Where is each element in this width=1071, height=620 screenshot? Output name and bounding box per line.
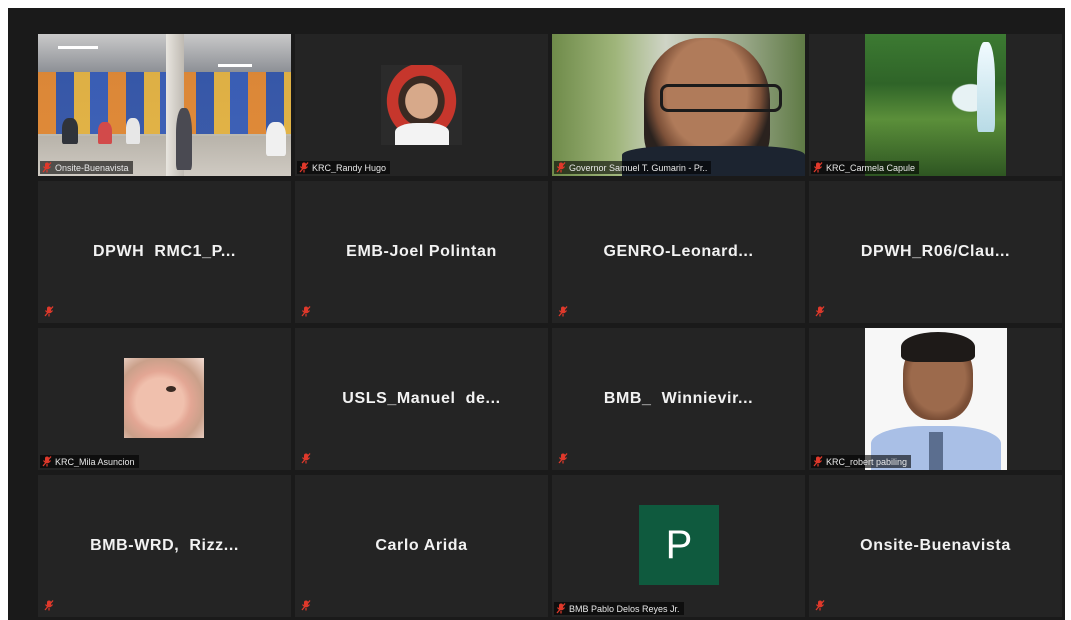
mic-muted-icon — [299, 162, 309, 173]
participant-tile[interactable]: Carlo Arida — [295, 475, 548, 617]
video-feed-waterfall — [865, 34, 1006, 176]
participant-tile[interactable]: KRC_robert pabiling — [809, 328, 1062, 470]
participant-display-name: DPWH RMC1_P... — [93, 243, 236, 260]
mic-muted-icon — [815, 306, 825, 317]
participant-name: Onsite-Buenavista — [55, 162, 129, 173]
video-feed-governor — [552, 34, 805, 176]
participant-name-tag: KRC_Carmela Capule — [811, 161, 920, 174]
mic-muted-icon — [815, 600, 825, 611]
participant-display-name: BMB_ Winnievir... — [603, 390, 754, 407]
mic-muted-icon — [813, 162, 823, 173]
mic-muted-icon — [813, 456, 823, 467]
participant-name-tag: KRC_Mila Asuncion — [40, 455, 139, 468]
mic-muted-icon — [301, 306, 311, 317]
participant-name: BMB Pablo Delos Reyes Jr. — [569, 603, 680, 614]
participant-name-tag: BMB Pablo Delos Reyes Jr. — [554, 602, 684, 615]
participant-display-name: BMB-WRD, Rizz... — [90, 537, 239, 554]
participant-name-tag: Onsite-Buenavista — [40, 161, 133, 174]
meeting-window: Onsite-Buenavista KRC_Randy Hugo Governor … — [8, 8, 1065, 620]
participant-tile[interactable]: Onsite-Buenavista — [809, 475, 1062, 617]
mic-muted-icon — [42, 456, 52, 467]
avatar: P — [639, 505, 719, 585]
participant-tile[interactable]: DPWH RMC1_P... — [38, 181, 291, 323]
participant-name: Governor Samuel T. Gumarin - Pr.. — [569, 162, 708, 173]
participant-tile[interactable]: KRC_Randy Hugo — [295, 34, 548, 176]
participant-name: KRC_Carmela Capule — [826, 162, 916, 173]
participant-tile[interactable]: KRC_Mila Asuncion — [38, 328, 291, 470]
mic-muted-icon — [44, 600, 54, 611]
participant-tile[interactable]: BMB_ Winnievir... — [552, 328, 805, 470]
participant-tile[interactable]: P BMB Pablo Delos Reyes Jr. — [552, 475, 805, 617]
mic-muted-icon — [556, 603, 566, 614]
participant-grid: Onsite-Buenavista KRC_Randy Hugo Governor … — [38, 34, 1062, 617]
participant-name-tag: Governor Samuel T. Gumarin - Pr.. — [554, 161, 712, 174]
participant-name: KRC_Mila Asuncion — [55, 456, 135, 467]
mic-muted-icon — [558, 453, 568, 464]
participant-display-name: EMB-Joel Polintan — [346, 243, 497, 260]
participant-name-tag: KRC_Randy Hugo — [297, 161, 391, 174]
participant-tile[interactable]: USLS_Manuel de... — [295, 328, 548, 470]
mic-muted-icon — [556, 162, 566, 173]
participant-name: KRC_robert pabiling — [826, 456, 908, 467]
participant-name: KRC_Randy Hugo — [312, 162, 387, 173]
participant-tile[interactable]: GENRO-Leonard... — [552, 181, 805, 323]
mic-muted-icon — [301, 453, 311, 464]
mic-muted-icon — [42, 162, 52, 173]
mic-muted-icon — [44, 306, 54, 317]
participant-display-name: DPWH_R06/Clau... — [860, 243, 1011, 260]
participant-display-name: Carlo Arida — [375, 537, 468, 554]
participant-tile[interactable]: BMB-WRD, Rizz... — [38, 475, 291, 617]
video-feed-mila — [124, 358, 204, 438]
participant-tile[interactable]: Onsite-Buenavista — [38, 34, 291, 176]
mic-muted-icon — [558, 306, 568, 317]
participant-tile[interactable]: EMB-Joel Polintan — [295, 181, 548, 323]
participant-tile[interactable]: DPWH_R06/Clau... — [809, 181, 1062, 323]
participant-tile[interactable]: KRC_Carmela Capule — [809, 34, 1062, 176]
participant-display-name: Onsite-Buenavista — [860, 537, 1011, 554]
mic-muted-icon — [301, 600, 311, 611]
video-feed-robert — [865, 328, 1007, 470]
participant-display-name: GENRO-Leonard... — [603, 243, 754, 260]
participant-display-name: USLS_Manuel de... — [342, 390, 501, 407]
video-feed-randy — [381, 65, 462, 145]
participant-name-tag: KRC_robert pabiling — [811, 455, 912, 468]
video-feed-room — [38, 34, 291, 176]
participant-tile[interactable]: Governor Samuel T. Gumarin - Pr.. — [552, 34, 805, 176]
